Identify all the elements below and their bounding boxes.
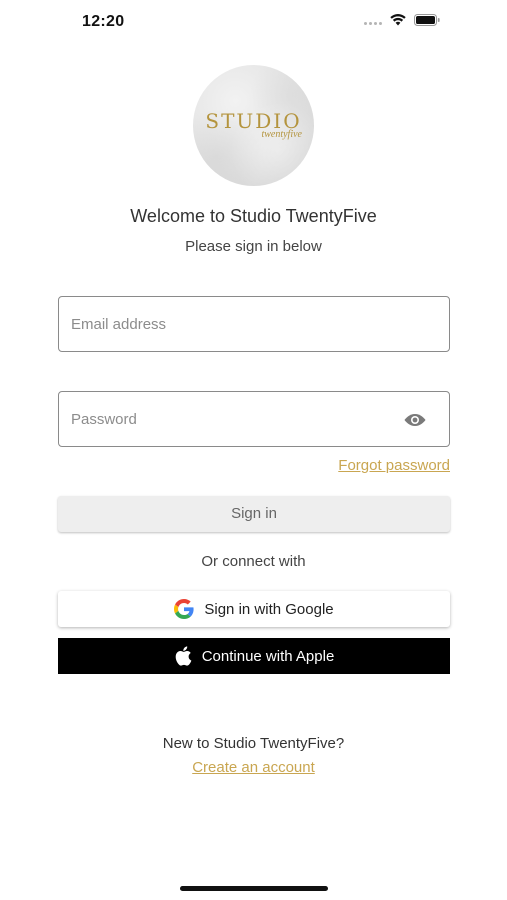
create-account-link[interactable]: Create an account <box>192 759 315 776</box>
studio-logo: STUDIO twentyfive <box>193 65 314 186</box>
signal-icon <box>364 15 382 25</box>
apple-icon <box>175 646 192 666</box>
forgot-password-link[interactable]: Forgot password <box>338 457 450 474</box>
password-input[interactable] <box>71 392 371 446</box>
google-icon <box>174 599 194 619</box>
email-field[interactable] <box>58 296 450 352</box>
status-icons <box>364 14 441 26</box>
or-connect-text: Or connect with <box>201 553 306 570</box>
wifi-icon <box>390 14 406 26</box>
apple-sign-in-button[interactable]: Continue with Apple <box>58 638 450 674</box>
status-time: 12:20 <box>82 13 125 30</box>
logo-sub-text: twentyfive <box>261 129 302 140</box>
welcome-subtitle: Please sign in below <box>185 238 322 255</box>
welcome-title: Welcome to Studio TwentyFive <box>130 206 377 226</box>
sign-in-button[interactable]: Sign in <box>58 496 450 532</box>
create-account-row: Create an account <box>0 759 507 776</box>
home-indicator[interactable] <box>180 886 328 891</box>
battery-icon <box>414 14 440 26</box>
google-sign-in-button[interactable]: Sign in with Google <box>58 591 450 627</box>
eye-icon[interactable] <box>403 410 427 430</box>
password-field[interactable] <box>58 391 450 447</box>
new-user-prompt: New to Studio TwentyFive? <box>162 735 345 752</box>
google-button-label: Sign in with Google <box>204 600 334 618</box>
email-input[interactable] <box>71 297 371 351</box>
status-bar: 12:20 <box>0 0 507 48</box>
apple-button-label: Continue with Apple <box>201 647 335 665</box>
